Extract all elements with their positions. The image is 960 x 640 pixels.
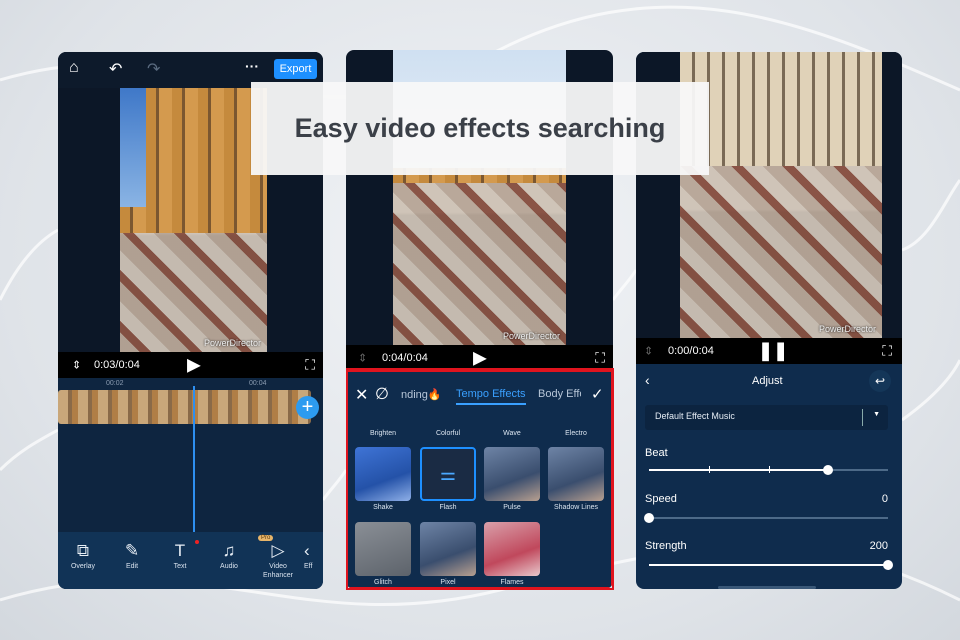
audio-icon: ♫ [222, 541, 236, 560]
undo-icon[interactable]: ↶ [109, 59, 122, 79]
new-dot [195, 540, 199, 544]
fullscreen-icon[interactable]: ⛶ [595, 349, 605, 366]
expand-vertical-icon[interactable]: ⇕ [644, 345, 653, 358]
overlay-icon: ⧉ [76, 541, 90, 560]
confirm-icon[interactable]: ✓ [591, 385, 604, 403]
effect-item[interactable]: Colorful [420, 430, 476, 437]
effect-item[interactable]: Wave [484, 430, 540, 437]
playback-time: 0:03/0:04 [94, 359, 140, 371]
watermark: PowerDirector [203, 338, 261, 348]
strength-value: 200 [869, 540, 888, 552]
beat-label: Beat [645, 447, 668, 459]
tab-tempo-effects[interactable]: Tempo Effects [456, 388, 526, 405]
scroll-handle[interactable] [718, 586, 816, 589]
effect-item[interactable]: Electro [548, 430, 604, 437]
home-icon[interactable]: ⌂ [69, 59, 79, 77]
playback-time: 0:04/0:04 [382, 351, 428, 364]
tab-body-effects[interactable]: Body Effe [538, 388, 581, 400]
speed-value: 0 [881, 493, 888, 505]
effect-item[interactable]: Brighten [355, 430, 411, 437]
watermark: PowerDirector [818, 324, 876, 334]
strength-slider[interactable] [649, 560, 893, 570]
fullscreen-icon[interactable]: ⛶ [305, 357, 315, 374]
speed-slider[interactable] [644, 513, 888, 523]
timeline[interactable]: 00:02 00:04 + [58, 378, 323, 532]
fullscreen-icon[interactable]: ⛶ [882, 343, 892, 360]
add-clip-button[interactable]: + [296, 396, 319, 419]
pause-button[interactable]: ❚❚ [758, 341, 788, 362]
effect-flash[interactable]: ⚌ Flash [420, 447, 476, 511]
headline-banner: Easy video effects searching [251, 82, 709, 175]
export-button[interactable]: Export [274, 59, 317, 79]
strength-label: Strength [645, 540, 687, 552]
beat-slider[interactable] [649, 465, 888, 475]
ruler-mark: 00:02 [106, 380, 124, 387]
reset-icon[interactable]: ↩ [869, 370, 891, 392]
toolbar-audio[interactable]: ♫ Audio [207, 540, 251, 571]
headline-text: Easy video effects searching [294, 113, 666, 143]
back-icon[interactable]: ‹ [645, 372, 650, 388]
toolbar-video-enhancer[interactable]: ▷ Video Enhancer [256, 540, 300, 580]
adjust-sliders-icon: ⚌ [420, 447, 476, 501]
no-effect-icon[interactable]: ∅ [375, 384, 389, 404]
video-preview: PowerDirector [680, 52, 882, 338]
expand-vertical-icon[interactable]: ⇕ [358, 351, 367, 364]
watermark: PowerDirector [502, 331, 560, 341]
more-icon[interactable]: ··· [245, 58, 259, 74]
speed-label: Speed [645, 493, 677, 505]
toolbar-text[interactable]: T Text [158, 540, 202, 571]
effect-glitch[interactable]: Glitch [355, 522, 411, 586]
dropdown-arrow-icon: ▼ [873, 411, 880, 418]
effect-shadow-lines[interactable]: Shadow Lines [548, 447, 604, 511]
toolbar-effects[interactable]: ‹ Eff [304, 540, 323, 571]
video-enhancer-icon: ▷ [271, 541, 285, 560]
pro-badge: Pro [258, 535, 274, 541]
playhead[interactable] [193, 386, 195, 532]
video-preview: PowerDirector [120, 88, 267, 352]
effect-flames[interactable]: Flames [484, 522, 540, 586]
ruler-mark: 00:04 [249, 380, 267, 387]
tab-trending[interactable]: nding🔥 [401, 388, 442, 401]
playback-time: 0:00/0:04 [668, 345, 714, 357]
edit-icon: ✎ [124, 541, 140, 560]
toolbar-overlay[interactable]: ⧉ Overlay [61, 540, 105, 571]
expand-vertical-icon[interactable]: ⇕ [72, 359, 81, 372]
effect-pulse[interactable]: Pulse [484, 447, 540, 511]
toolbar-edit[interactable]: ✎ Edit [110, 540, 154, 571]
close-icon[interactable]: ✕ [355, 385, 368, 405]
effects-icon: ‹ [304, 541, 310, 560]
play-button[interactable]: ▶ [473, 347, 487, 368]
redo-icon[interactable]: ↷ [147, 59, 160, 79]
effect-pixel[interactable]: Pixel [420, 522, 476, 586]
adjust-title: Adjust [752, 375, 783, 387]
music-select[interactable]: Default Effect Music ▼ [645, 405, 888, 430]
video-clip-track[interactable] [58, 390, 311, 424]
effect-shake[interactable]: Shake [355, 447, 411, 511]
play-button[interactable]: ▶ [187, 355, 201, 376]
